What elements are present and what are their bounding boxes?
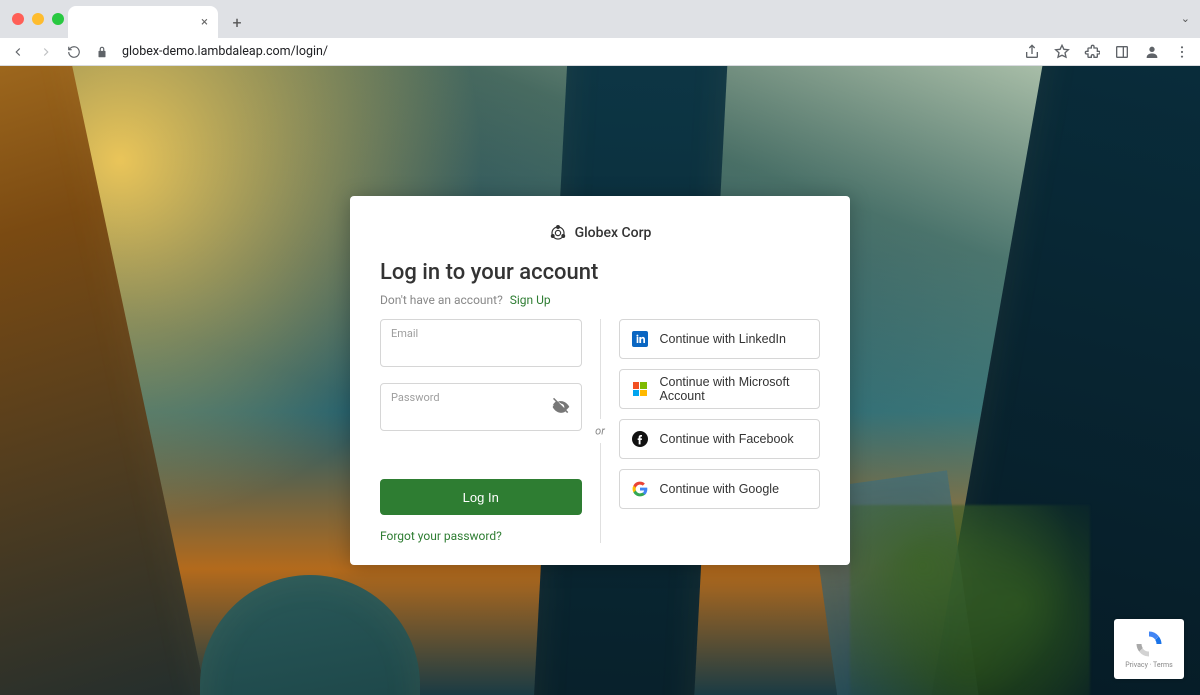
login-button[interactable]: Log In: [380, 479, 582, 515]
visibility-off-icon[interactable]: [551, 397, 571, 417]
background-building: [0, 66, 217, 695]
back-button[interactable]: [10, 44, 26, 60]
linkedin-icon: [632, 331, 648, 347]
login-card: Globex Corp Log in to your account Don't…: [350, 196, 850, 565]
lock-icon[interactable]: [94, 44, 110, 60]
browser-right-icons: [1024, 44, 1190, 60]
recaptcha-footer-text: Privacy · Terms: [1125, 661, 1172, 669]
kebab-menu-icon[interactable]: [1174, 44, 1190, 60]
background-tree: [850, 505, 1090, 695]
sso-linkedin-label: Continue with LinkedIn: [660, 332, 786, 346]
no-account-text: Don't have an account?: [380, 293, 503, 307]
forgot-password-link[interactable]: Forgot your password?: [380, 529, 582, 543]
email-field-wrapper: Email: [380, 319, 582, 367]
brand-row: Globex Corp: [380, 224, 820, 242]
background-building: [200, 575, 420, 695]
sso-microsoft-button[interactable]: Continue with Microsoft Account: [619, 369, 821, 409]
new-tab-button[interactable]: +: [224, 9, 250, 35]
divider-or-text: or: [595, 425, 605, 438]
signup-link[interactable]: Sign Up: [510, 293, 551, 307]
window-controls: [12, 13, 64, 25]
sso-facebook-label: Continue with Facebook: [660, 432, 794, 446]
signup-line: Don't have an account? Sign Up: [380, 293, 820, 307]
login-heading: Log in to your account: [380, 260, 820, 285]
extensions-icon[interactable]: [1084, 44, 1100, 60]
share-icon[interactable]: [1024, 44, 1040, 60]
email-field[interactable]: [381, 338, 581, 366]
sso-facebook-button[interactable]: Continue with Facebook: [619, 419, 821, 459]
profile-icon[interactable]: [1144, 44, 1160, 60]
brand-logo-icon: [549, 224, 567, 242]
sso-google-label: Continue with Google: [660, 482, 780, 496]
browser-tab[interactable]: ×: [68, 6, 218, 38]
recaptcha-icon: [1134, 629, 1164, 659]
reload-button[interactable]: [66, 44, 82, 60]
recaptcha-badge[interactable]: Privacy · Terms: [1114, 619, 1184, 679]
microsoft-icon: [632, 381, 648, 397]
address-bar: globex-demo.lambdaleap.com/login/: [0, 38, 1200, 66]
tab-strip: × + ⌄: [0, 0, 1200, 38]
sso-google-button[interactable]: Continue with Google: [619, 469, 821, 509]
sso-linkedin-button[interactable]: Continue with LinkedIn: [619, 319, 821, 359]
credentials-column: Email Password Log In Forgot your passwo…: [380, 319, 600, 543]
forward-button[interactable]: [38, 44, 54, 60]
panel-icon[interactable]: [1114, 44, 1130, 60]
window-minimize-button[interactable]: [32, 13, 44, 25]
password-field-wrapper: Password: [380, 383, 582, 431]
brand-name: Globex Corp: [575, 225, 652, 241]
tabs-dropdown-icon[interactable]: ⌄: [1181, 12, 1190, 25]
page-background: Globex Corp Log in to your account Don't…: [0, 66, 1200, 695]
sso-column: Continue with LinkedIn Continue with Mic…: [601, 319, 821, 543]
browser-chrome: × + ⌄ globex-demo.lambdaleap.com/login/: [0, 0, 1200, 66]
facebook-icon: [632, 431, 648, 447]
google-icon: [632, 481, 648, 497]
window-maximize-button[interactable]: [52, 13, 64, 25]
tab-close-icon[interactable]: ×: [201, 15, 208, 30]
star-icon[interactable]: [1054, 44, 1070, 60]
column-divider: or: [600, 319, 601, 543]
sso-microsoft-label: Continue with Microsoft Account: [660, 375, 808, 403]
url-text[interactable]: globex-demo.lambdaleap.com/login/: [122, 44, 1012, 59]
window-close-button[interactable]: [12, 13, 24, 25]
